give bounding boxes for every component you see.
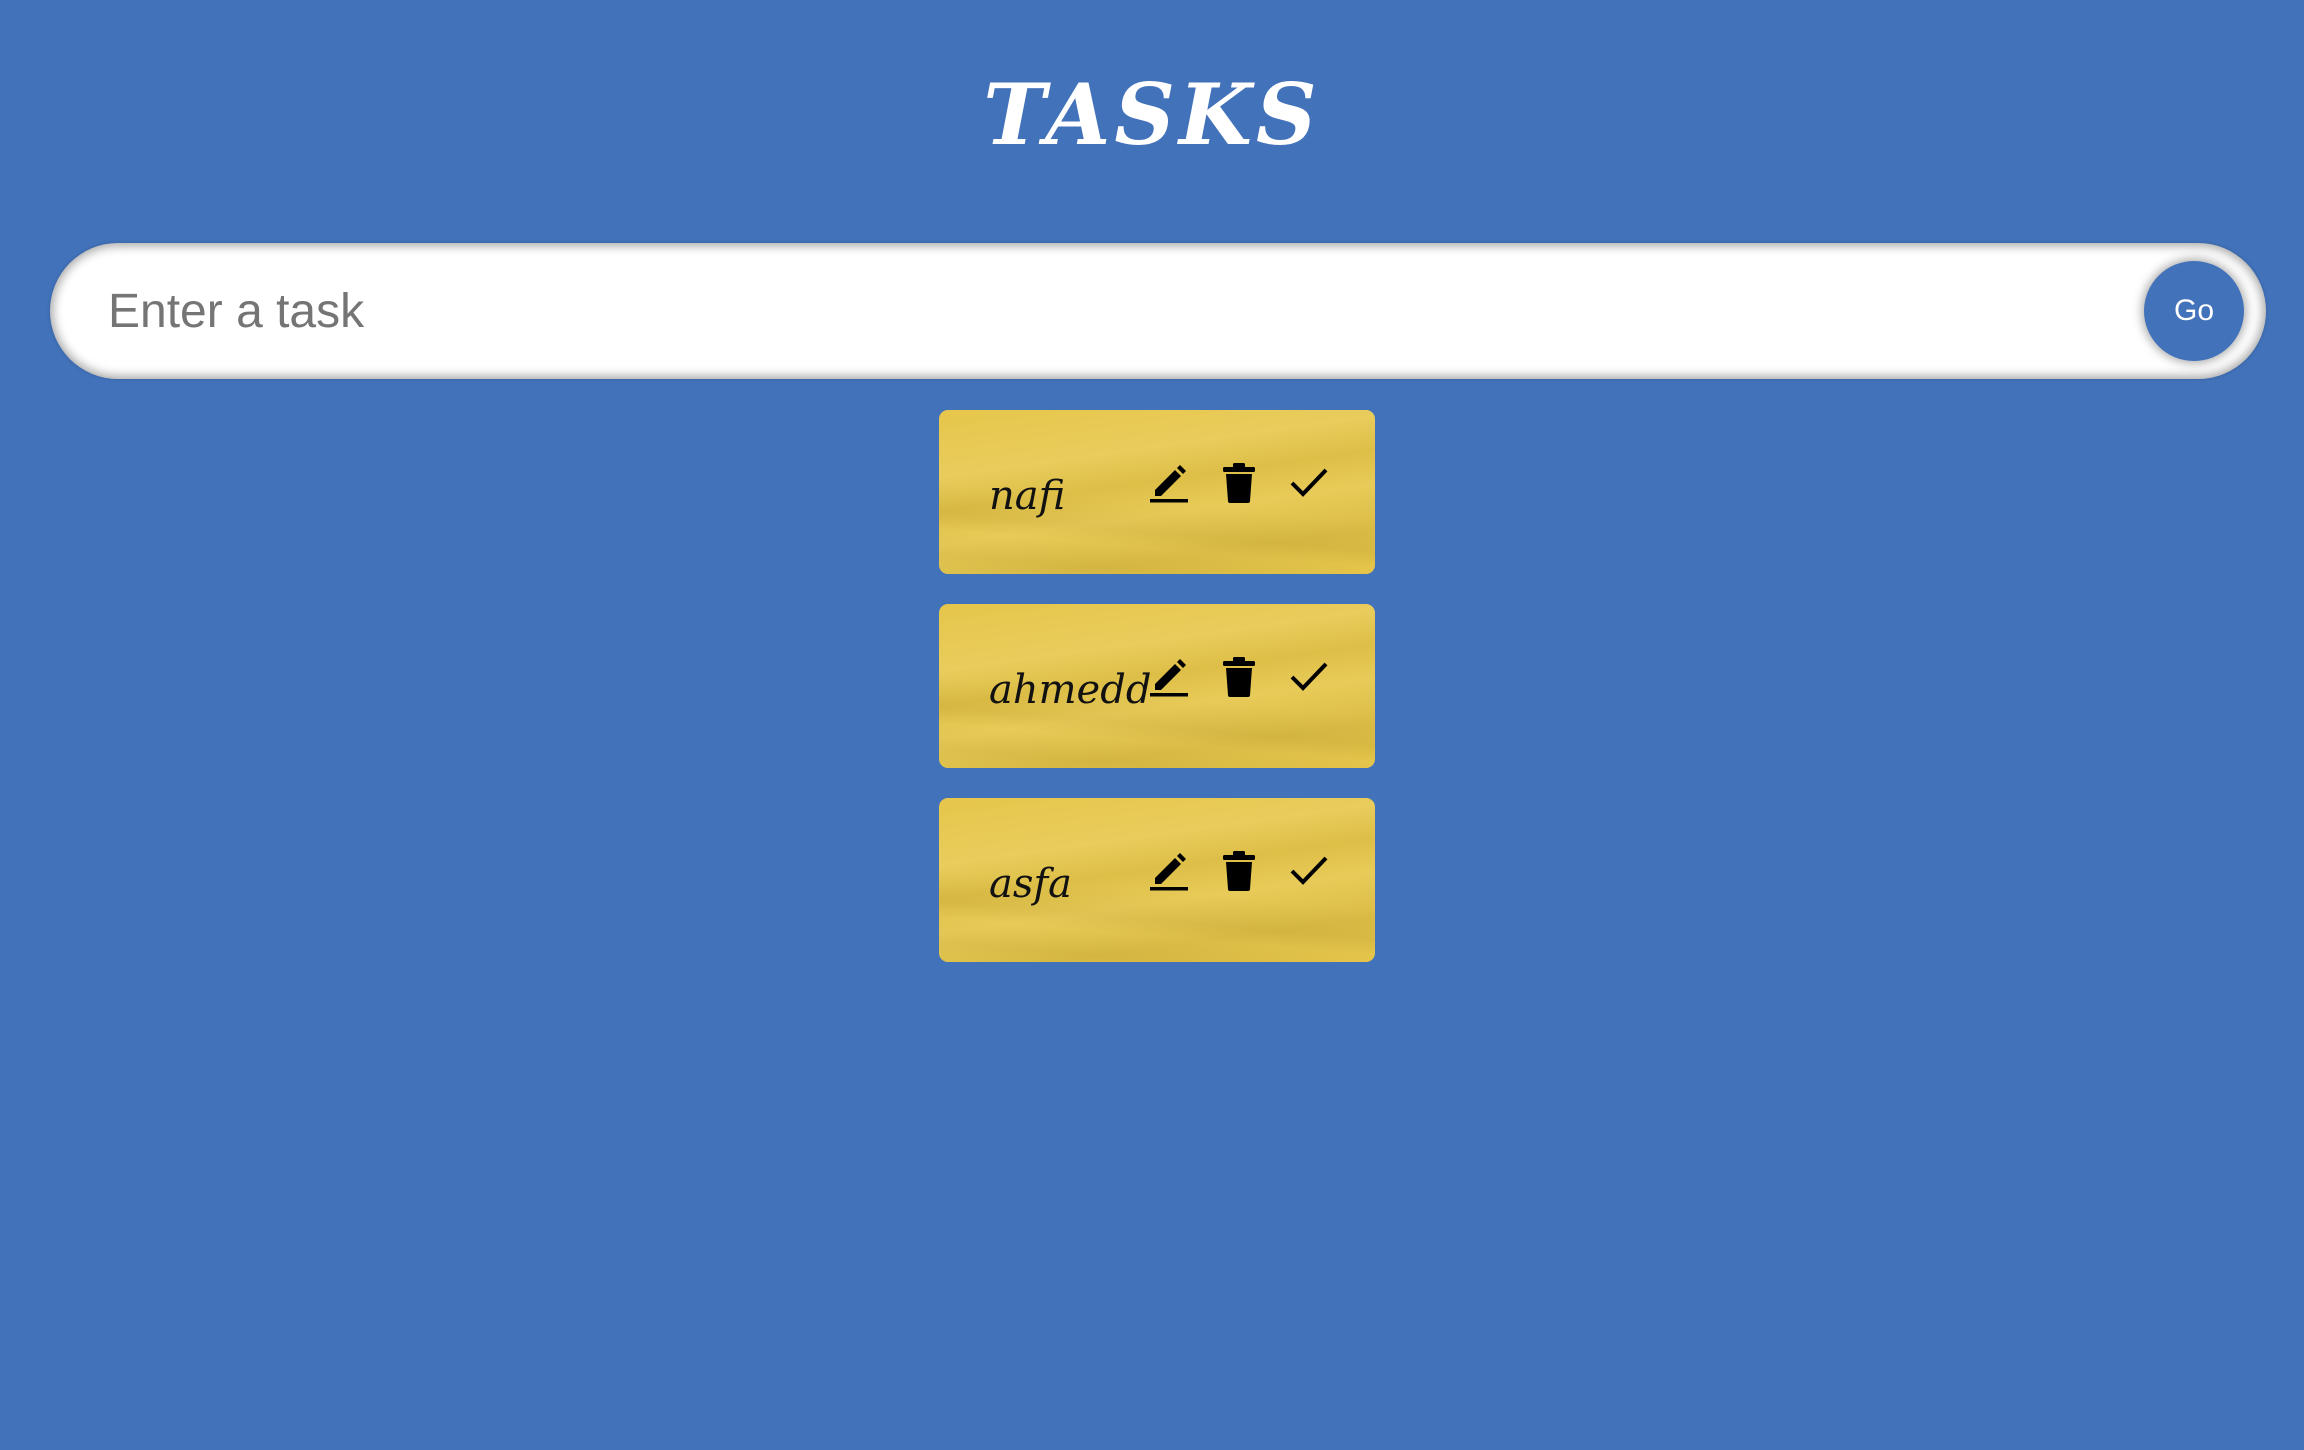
trash-icon <box>1223 463 1255 503</box>
task-card: nafi <box>939 410 1375 574</box>
task-text: asfa <box>989 861 1073 907</box>
edit-button[interactable] <box>1147 458 1191 506</box>
pencil-icon <box>1150 659 1188 697</box>
task-input[interactable] <box>108 271 2108 351</box>
complete-button[interactable] <box>1287 846 1331 894</box>
task-actions <box>1147 846 1357 894</box>
page-title: TASKS <box>983 65 1321 164</box>
task-list: nafi ahmedd asfa <box>939 410 1375 992</box>
trash-icon <box>1223 851 1255 891</box>
complete-button[interactable] <box>1287 652 1331 700</box>
task-card: ahmedd <box>939 604 1375 768</box>
pencil-icon <box>1150 853 1188 891</box>
task-actions <box>1147 652 1357 700</box>
task-actions <box>1147 458 1357 506</box>
task-text: nafi <box>989 473 1066 519</box>
pencil-icon <box>1150 465 1188 503</box>
delete-button[interactable] <box>1217 458 1261 506</box>
task-card: asfa <box>939 798 1375 962</box>
check-icon <box>1290 662 1328 691</box>
edit-button[interactable] <box>1147 652 1191 700</box>
delete-button[interactable] <box>1217 652 1261 700</box>
task-text: ahmedd <box>989 667 1152 713</box>
complete-button[interactable] <box>1287 458 1331 506</box>
go-button[interactable]: Go <box>2144 261 2244 361</box>
check-icon <box>1290 468 1328 497</box>
task-form: Go <box>50 243 2266 379</box>
delete-button[interactable] <box>1217 846 1261 894</box>
edit-button[interactable] <box>1147 846 1191 894</box>
check-icon <box>1290 856 1328 885</box>
trash-icon <box>1223 657 1255 697</box>
